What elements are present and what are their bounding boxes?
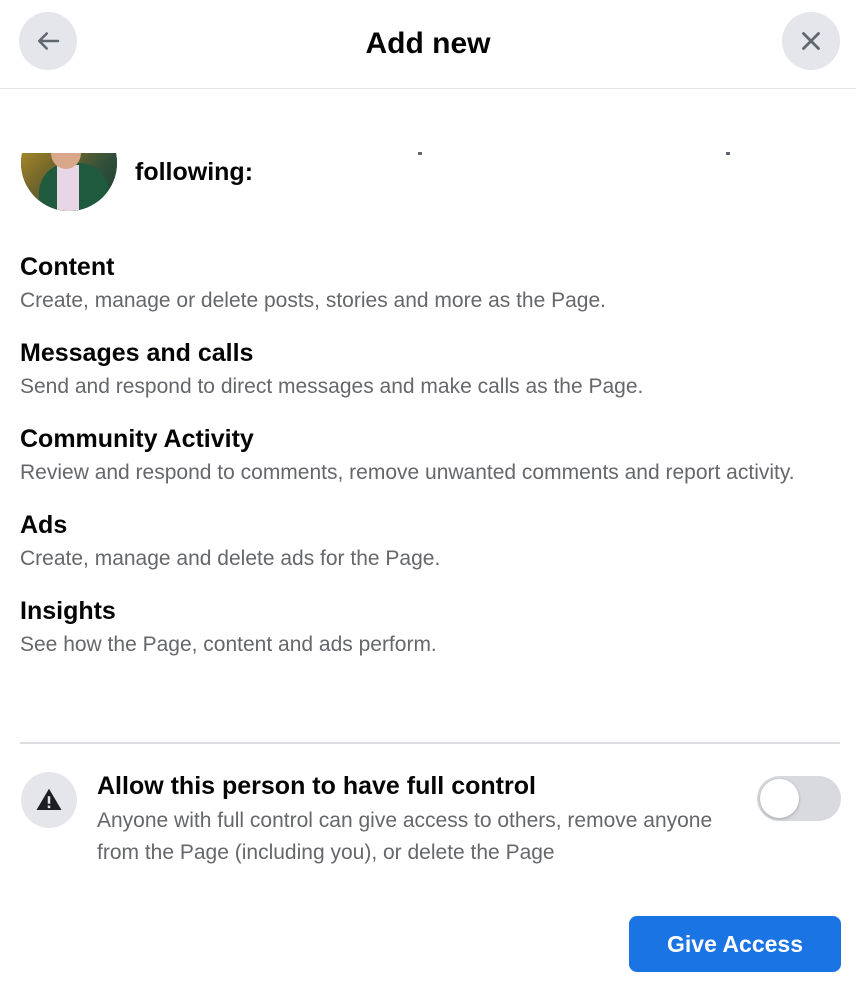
permission-description: Create, manage and delete ads for the Pa… — [20, 547, 441, 570]
permission-title: Content — [20, 253, 115, 281]
full-control-title: Allow this person to have full control — [97, 772, 536, 800]
permission-title: Ads — [20, 511, 68, 539]
avatar-container — [21, 153, 117, 211]
permission-list: Content Create, manage or delete posts, … — [20, 252, 840, 682]
back-button[interactable] — [19, 12, 77, 70]
permission-item-insights: Insights See how the Page, content and a… — [20, 596, 840, 660]
arrow-left-icon — [38, 32, 60, 50]
permission-item-content: Content Create, manage or delete posts, … — [20, 252, 840, 316]
permission-description: Review and respond to comments, remove u… — [20, 461, 795, 484]
warning-badge — [21, 772, 77, 828]
full-control-toggle[interactable] — [757, 776, 841, 821]
full-control-description: Anyone with full control can give access… — [97, 809, 713, 864]
close-icon — [802, 32, 820, 50]
divider — [20, 742, 840, 744]
dialog-title: Add new — [365, 27, 491, 60]
avatar — [21, 153, 117, 211]
permission-title: Community Activity — [20, 425, 254, 453]
permission-item-messages: Messages and calls Send and respond to d… — [20, 338, 840, 402]
close-button[interactable] — [782, 12, 840, 70]
permission-item-ads: Ads Create, manage and delete ads for th… — [20, 510, 840, 574]
toggle-knob — [760, 779, 799, 818]
permission-description: Send and respond to direct messages and … — [20, 375, 644, 398]
warning-icon — [36, 788, 62, 810]
permission-description: Create, manage or delete posts, stories … — [20, 289, 607, 312]
permission-description: See how the Page, content and ads perfor… — [20, 633, 437, 656]
permission-title: Messages and calls — [20, 339, 254, 367]
add-new-dialog: Add new following: Content Create, manag… — [0, 0, 856, 984]
permission-item-community-activity: Community Activity Review and respond to… — [20, 424, 840, 488]
full-control-text: Allow this person to have full control A… — [97, 771, 747, 869]
intro-text: following: — [135, 158, 254, 186]
dialog-header: Add new — [0, 0, 856, 89]
give-access-button[interactable]: Give Access — [629, 916, 841, 972]
permission-title: Insights — [20, 597, 116, 625]
